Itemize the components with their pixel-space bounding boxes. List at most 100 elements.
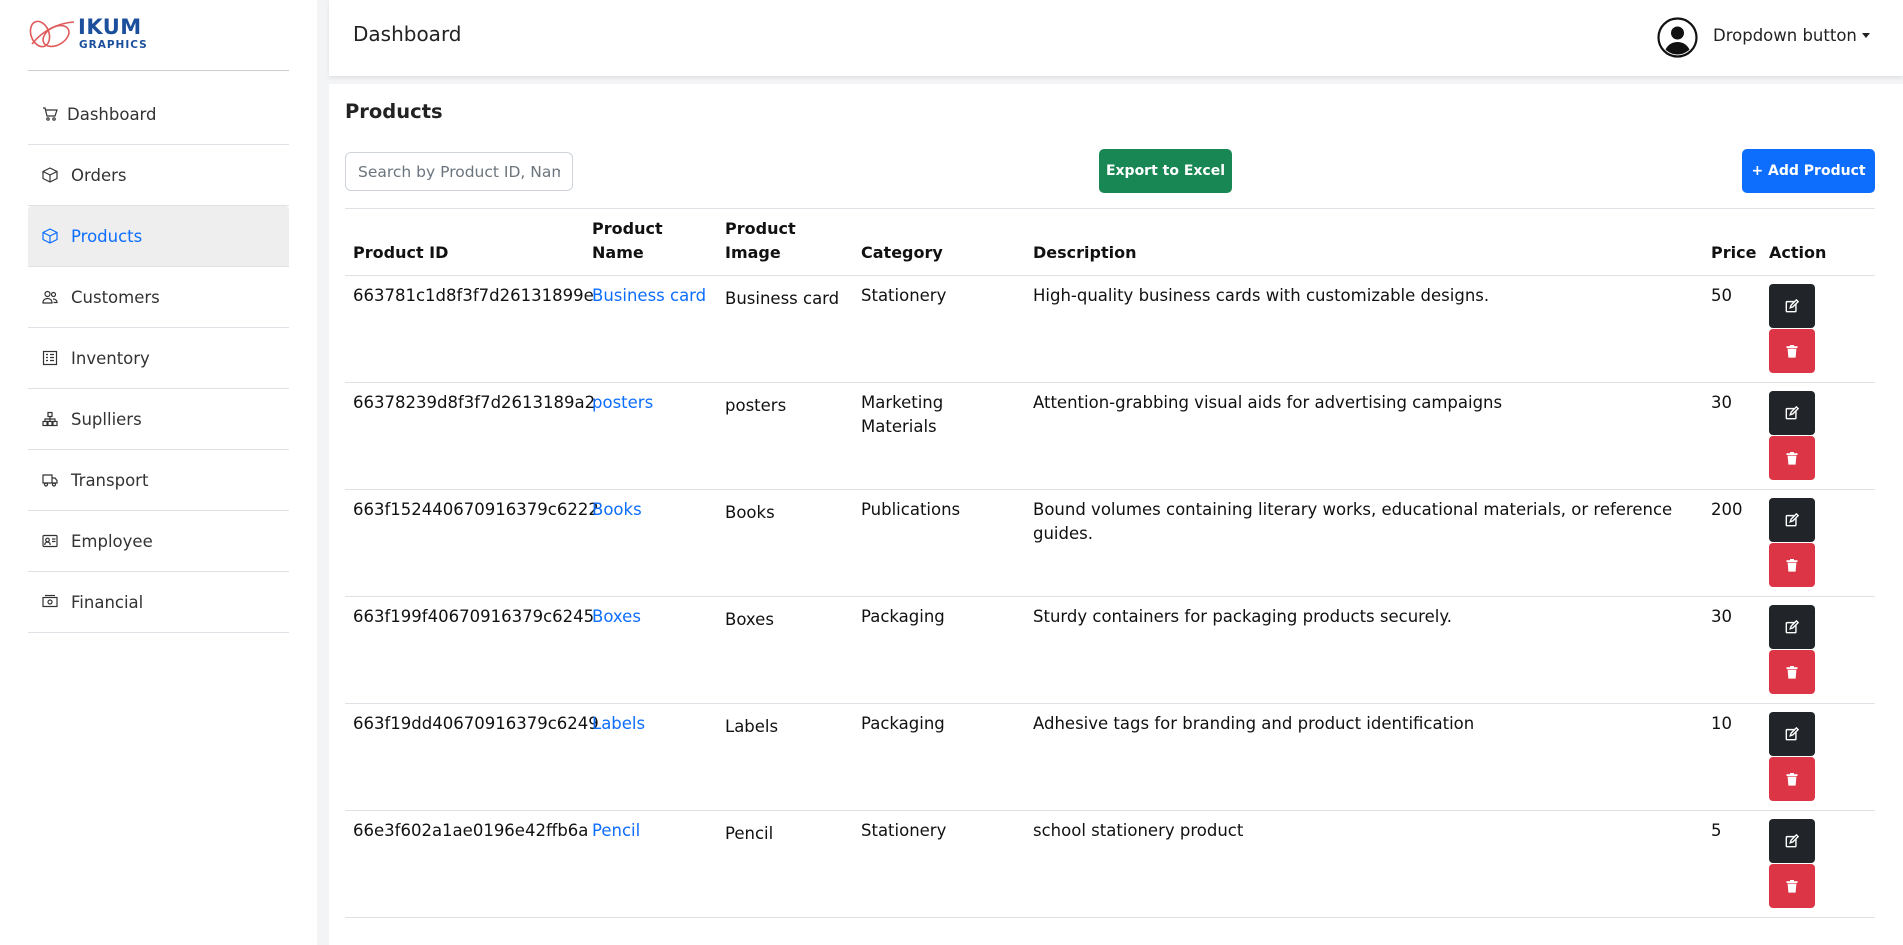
product-name-link[interactable]: posters xyxy=(584,382,717,490)
brand-sub: GRAPHICS xyxy=(79,39,148,51)
person-card-icon xyxy=(42,533,58,549)
edit-button[interactable] xyxy=(1769,605,1815,649)
product-id-cell: 663f19dd40670916379c6249 xyxy=(345,703,599,811)
products-table: Product ID Product Name Product Image Ca… xyxy=(345,208,1875,918)
box-icon xyxy=(42,167,58,183)
table-row: 663781c1d8f3f7d26131899e Business card Bus… xyxy=(345,275,1875,383)
sidebar-item-label: Employee xyxy=(71,531,153,551)
image-alt-text: Books xyxy=(725,503,775,522)
image-alt-text: Business card xyxy=(725,289,840,308)
edit-button[interactable] xyxy=(1769,391,1815,435)
product-image-cell: posters xyxy=(717,382,853,490)
column-header-action: Action xyxy=(1761,208,1875,276)
table-row: 663f19dd40670916379c6249 Labels Labels Pack… xyxy=(345,703,1875,811)
product-name-link[interactable]: Pencil xyxy=(584,810,717,918)
trash-icon xyxy=(1786,772,1798,786)
table-header-row: Product ID Product Name Product Image Ca… xyxy=(345,208,1875,276)
edit-button[interactable] xyxy=(1769,712,1815,756)
sidebar-item-customers[interactable]: Customers xyxy=(28,267,289,328)
action-cell xyxy=(1761,703,1875,811)
description-cell: High-quality business cards with customi… xyxy=(1025,275,1703,383)
sidebar-item-inventory[interactable]: Inventory xyxy=(28,328,289,389)
export-excel-button[interactable]: Export to Excel xyxy=(1099,149,1232,193)
box-icon xyxy=(42,228,58,244)
product-name-link[interactable]: Business card xyxy=(584,275,717,383)
product-image: Business card xyxy=(725,287,839,311)
product-image-cell: Labels xyxy=(717,703,853,811)
table-row: 66e3f602a1ae0196e42ffb6a Pencil Pencil Stat… xyxy=(345,810,1875,918)
sidebar-item-label: Financial xyxy=(71,592,144,612)
brand-name: IKUM xyxy=(78,15,142,39)
delete-button[interactable] xyxy=(1769,329,1815,373)
column-header-product-id[interactable]: Product ID xyxy=(345,208,584,276)
category-cell: Publications xyxy=(853,489,1025,597)
user-dropdown-button[interactable]: Dropdown button xyxy=(1713,26,1870,45)
column-header-price[interactable]: Price xyxy=(1703,208,1761,276)
action-cell xyxy=(1761,596,1875,704)
search-input[interactable] xyxy=(345,152,573,191)
edit-button[interactable] xyxy=(1769,284,1815,328)
column-header-category[interactable]: Category xyxy=(853,208,1025,276)
product-id-cell: 66e3f602a1ae0196e42ffb6a xyxy=(345,810,588,918)
price-cell: 5 xyxy=(1703,810,1761,918)
edit-icon xyxy=(1785,727,1799,741)
edit-icon xyxy=(1785,620,1799,634)
sidebar-item-suppliers[interactable]: Suplliers xyxy=(28,389,289,450)
delete-button[interactable] xyxy=(1769,864,1815,908)
avatar-icon[interactable] xyxy=(1657,17,1698,58)
table-row: 663f199f40670916379c6245 Boxes Boxes Packag… xyxy=(345,596,1875,704)
product-name-link[interactable]: Labels xyxy=(584,703,717,811)
product-id-cell: 663f152440670916379c6222 xyxy=(345,489,599,597)
delete-button[interactable] xyxy=(1769,436,1815,480)
product-id-cell: 663f199f40670916379c6245 xyxy=(345,596,594,704)
description-cell: Bound volumes containing literary works,… xyxy=(1025,489,1703,597)
sidebar-divider xyxy=(28,70,289,71)
product-image-cell: Business card xyxy=(717,275,853,383)
caret-down-icon xyxy=(1861,33,1870,38)
product-image: Books xyxy=(725,501,775,525)
product-image: Pencil xyxy=(725,822,773,846)
add-product-button[interactable]: + Add Product xyxy=(1742,149,1875,193)
description-cell: Adhesive tags for branding and product i… xyxy=(1025,703,1703,811)
sidebar-item-employee[interactable]: Employee xyxy=(28,511,289,572)
table-row: 663f152440670916379c6222 Books Books Public… xyxy=(345,489,1875,597)
product-image: Boxes xyxy=(725,608,774,632)
column-header-description[interactable]: Description xyxy=(1025,208,1703,276)
image-alt-text: Boxes xyxy=(725,610,774,629)
description-cell: school stationery product xyxy=(1025,810,1703,918)
product-image-cell: Books xyxy=(717,489,853,597)
action-cell xyxy=(1761,382,1875,490)
sidebar-item-label: Transport xyxy=(71,470,149,490)
cart-icon xyxy=(42,106,58,122)
page-header-title: Dashboard xyxy=(353,22,462,46)
trash-icon xyxy=(1786,344,1798,358)
price-cell: 30 xyxy=(1703,382,1761,490)
action-cell xyxy=(1761,275,1875,383)
sidebar-item-products[interactable]: Products xyxy=(28,206,289,267)
edit-icon xyxy=(1785,406,1799,420)
price-cell: 30 xyxy=(1703,596,1761,704)
price-cell: 50 xyxy=(1703,275,1761,383)
sidebar-item-label: Products xyxy=(71,226,143,246)
sidebar-item-transport[interactable]: Transport xyxy=(28,450,289,511)
edit-button[interactable] xyxy=(1769,498,1815,542)
sidebar-item-orders[interactable]: Orders xyxy=(28,145,289,206)
trash-icon xyxy=(1786,558,1798,572)
product-id-cell: 66378239d8f3f7d2613189a2 xyxy=(345,382,595,490)
trash-icon xyxy=(1786,451,1798,465)
sidebar-item-dashboard[interactable]: Dashboard xyxy=(28,84,289,145)
sidebar-item-label: Orders xyxy=(71,165,127,185)
sidebar-item-label: Suplliers xyxy=(71,409,142,429)
product-name-link[interactable]: Boxes xyxy=(584,596,717,704)
sidebar-item-financial[interactable]: Financial xyxy=(28,572,289,633)
delete-button[interactable] xyxy=(1769,650,1815,694)
delete-button[interactable] xyxy=(1769,543,1815,587)
sidebar-nav: Dashboard Orders Products Customers Inve… xyxy=(28,84,289,633)
delete-button[interactable] xyxy=(1769,757,1815,801)
network-icon xyxy=(42,411,58,427)
column-header-product-name[interactable]: Product Name xyxy=(584,208,717,276)
product-name-link[interactable]: Books xyxy=(584,489,717,597)
column-header-product-image[interactable]: Product Image xyxy=(717,208,853,276)
edit-button[interactable] xyxy=(1769,819,1815,863)
action-cell xyxy=(1761,489,1875,597)
